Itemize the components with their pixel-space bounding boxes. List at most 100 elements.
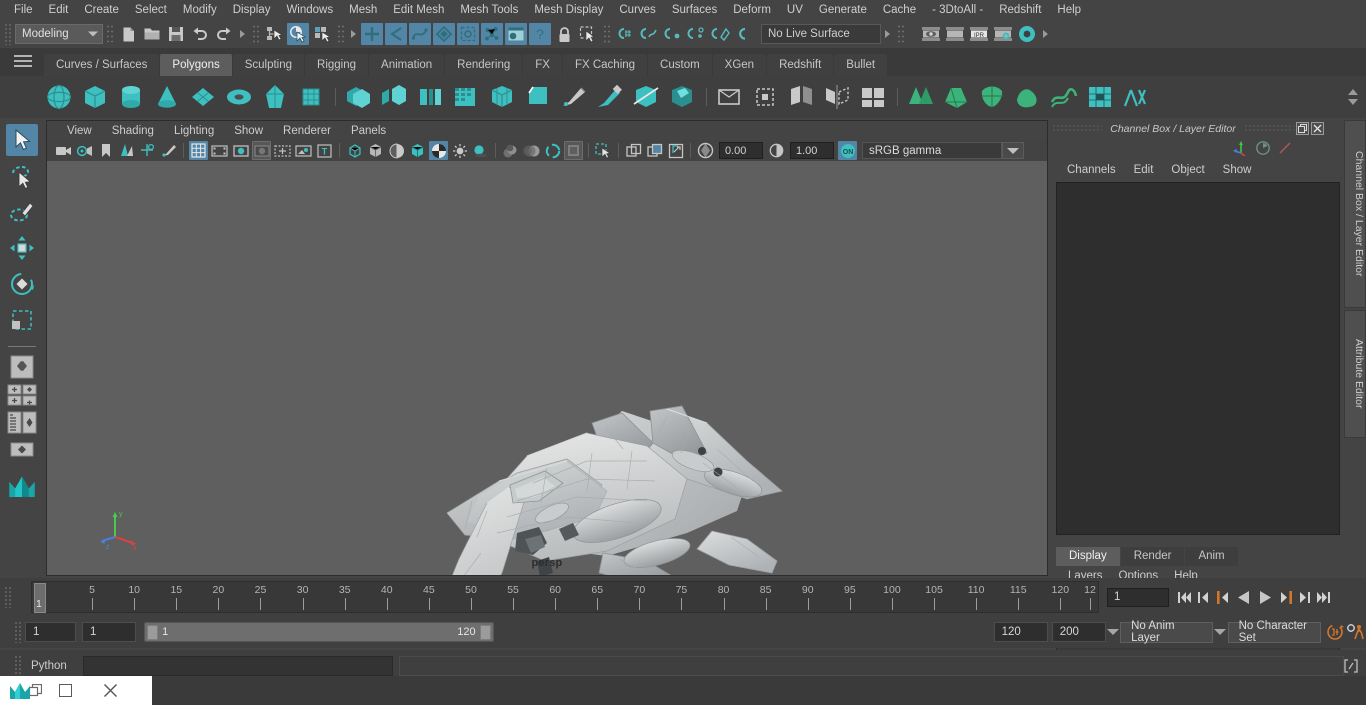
resolution-gate-icon[interactable] <box>231 141 250 160</box>
film-origin-icon[interactable] <box>273 141 292 160</box>
range-slider-control[interactable]: 1 120 <box>144 622 494 642</box>
menu-deform[interactable]: Deform <box>725 1 779 19</box>
aircraft-model[interactable] <box>47 161 1047 575</box>
mask-dynamics-icon[interactable] <box>481 23 503 45</box>
menu-modify[interactable]: Modify <box>175 1 225 19</box>
poly-crease-icon[interactable] <box>856 80 890 114</box>
poly-booleans-icon[interactable] <box>449 80 483 114</box>
poly-bevel-icon[interactable] <box>521 80 555 114</box>
depth-of-field-icon[interactable] <box>564 141 583 160</box>
shelf-tab-rigging[interactable]: Rigging <box>305 54 369 76</box>
poly-cube-icon[interactable] <box>78 80 112 114</box>
open-scene-icon[interactable] <box>141 23 163 45</box>
wireframe-icon[interactable] <box>345 141 364 160</box>
toolbar-divider-4[interactable] <box>603 24 610 44</box>
undo-icon[interactable] <box>189 23 211 45</box>
poly-sculpt-geometry-icon[interactable] <box>1047 80 1081 114</box>
poly-plane-icon[interactable] <box>186 80 220 114</box>
viewport-menu-shading[interactable]: Shading <box>102 125 164 137</box>
menu-surfaces[interactable]: Surfaces <box>664 1 725 19</box>
toolbar-divider-2[interactable] <box>252 24 259 44</box>
shelf-scroll-up-icon[interactable] <box>1348 89 1358 95</box>
exposure-value-field[interactable]: 0.00 <box>719 142 763 159</box>
auto-keyframe-icon[interactable] <box>1325 623 1346 641</box>
select-camera-icon[interactable] <box>54 141 73 160</box>
menu-redshift[interactable]: Redshift <box>991 1 1049 19</box>
exposure-aperture-icon[interactable] <box>696 141 715 160</box>
menu-display[interactable]: Display <box>225 1 279 19</box>
redo-previous-render-icon[interactable] <box>944 23 966 45</box>
gate-mask-icon[interactable] <box>252 141 271 160</box>
new-scene-icon[interactable] <box>117 23 139 45</box>
poly-normals-icon[interactable] <box>1119 80 1153 114</box>
menu-generate[interactable]: Generate <box>811 1 875 19</box>
poly-pyramid-icon[interactable] <box>294 80 328 114</box>
shelf-tab-sculpting[interactable]: Sculpting <box>232 54 305 76</box>
gamma-value-field[interactable]: 1.00 <box>790 142 834 159</box>
channel-box-menu-edit[interactable]: Edit <box>1125 164 1163 176</box>
select-by-component-type-icon[interactable] <box>311 23 333 45</box>
viewport-menu-panels[interactable]: Panels <box>341 125 396 137</box>
paint-select-tool[interactable] <box>6 196 38 228</box>
gamma-icon[interactable] <box>767 141 786 160</box>
ipr-render-icon[interactable]: IPR <box>968 23 990 45</box>
mask-misc-icon[interactable]: ? <box>529 23 551 45</box>
character-set-dropdown-icon[interactable] <box>1213 622 1227 642</box>
menu-create[interactable]: Create <box>76 1 127 19</box>
command-language-label[interactable]: Python <box>25 660 83 672</box>
maya-app-icon[interactable] <box>8 681 34 701</box>
render-current-frame-icon[interactable] <box>920 23 942 45</box>
poly-bridge-icon[interactable] <box>748 80 782 114</box>
screen-space-ao-icon[interactable] <box>501 141 520 160</box>
layout-single-perspective[interactable] <box>5 355 39 379</box>
anim-layer-dropdown-icon[interactable] <box>1106 622 1120 642</box>
channel-box-menu-channels[interactable]: Channels <box>1058 164 1125 176</box>
command-line-grip[interactable] <box>14 655 22 677</box>
snap-to-point-icon[interactable] <box>662 23 684 45</box>
shelf-scroll-down-icon[interactable] <box>1348 99 1358 105</box>
scale-tool[interactable] <box>6 304 38 336</box>
shelf-tab-rendering[interactable]: Rendering <box>445 54 523 76</box>
poly-smooth-icon[interactable] <box>485 80 519 114</box>
anim-layer-field[interactable]: No Anim Layer <box>1120 620 1214 644</box>
channel-box-menu-show[interactable]: Show <box>1214 164 1261 176</box>
character-set-field[interactable]: No Character Set <box>1227 620 1321 644</box>
menu-set-selector[interactable]: Modeling <box>15 24 103 44</box>
bookmark-icon[interactable] <box>96 141 115 160</box>
menu-select[interactable]: Select <box>127 1 175 19</box>
close-icon[interactable] <box>88 683 132 698</box>
shadows-icon[interactable] <box>471 141 490 160</box>
menu-mesh-display[interactable]: Mesh Display <box>526 1 611 19</box>
poly-cylinder-icon[interactable] <box>114 80 148 114</box>
live-surface-field[interactable]: No Live Surface <box>761 24 881 44</box>
script-editor-icon[interactable] <box>1342 657 1360 675</box>
status-expand-arrow-4[interactable] <box>1043 30 1048 38</box>
mask-rendering-icon[interactable] <box>505 23 527 45</box>
use-all-lights-icon[interactable] <box>450 141 469 160</box>
menu-edit[interactable]: Edit <box>41 1 77 19</box>
status-expand-arrow-2[interactable] <box>351 30 356 38</box>
channel-box-content[interactable] <box>1056 182 1340 535</box>
current-frame-field[interactable]: 1 <box>1107 587 1169 607</box>
color-space-dropdown-icon[interactable] <box>1002 142 1024 159</box>
playback-start-time-field[interactable]: 1 <box>81 622 137 642</box>
xray-active-components-icon[interactable] <box>666 141 685 160</box>
step-forward-keyframe-icon[interactable] <box>1296 587 1313 607</box>
command-output-field[interactable] <box>399 656 1344 676</box>
toolbar-divider-5[interactable] <box>897 24 904 44</box>
lasso-select-tool[interactable] <box>6 160 38 192</box>
shelf-scroll-arrows[interactable] <box>1344 76 1362 118</box>
poly-separate-icon[interactable] <box>377 80 411 114</box>
text-overlay-icon[interactable]: T <box>315 141 334 160</box>
select-by-hierarchy-icon[interactable] <box>263 23 285 45</box>
menu-help[interactable]: Help <box>1049 1 1089 19</box>
lock-toggle-icon[interactable] <box>1252 139 1274 157</box>
grid-toggle-icon[interactable] <box>189 141 208 160</box>
viewport-menu-show[interactable]: Show <box>224 125 273 137</box>
shelf-tab-fx[interactable]: FX <box>523 54 562 76</box>
poly-uv-editor-icon[interactable] <box>1083 80 1117 114</box>
smooth-shade-icon[interactable] <box>366 141 385 160</box>
menu-curves[interactable]: Curves <box>611 1 663 19</box>
mask-curves-icon[interactable] <box>409 23 431 45</box>
poly-mirror-icon[interactable] <box>820 80 854 114</box>
